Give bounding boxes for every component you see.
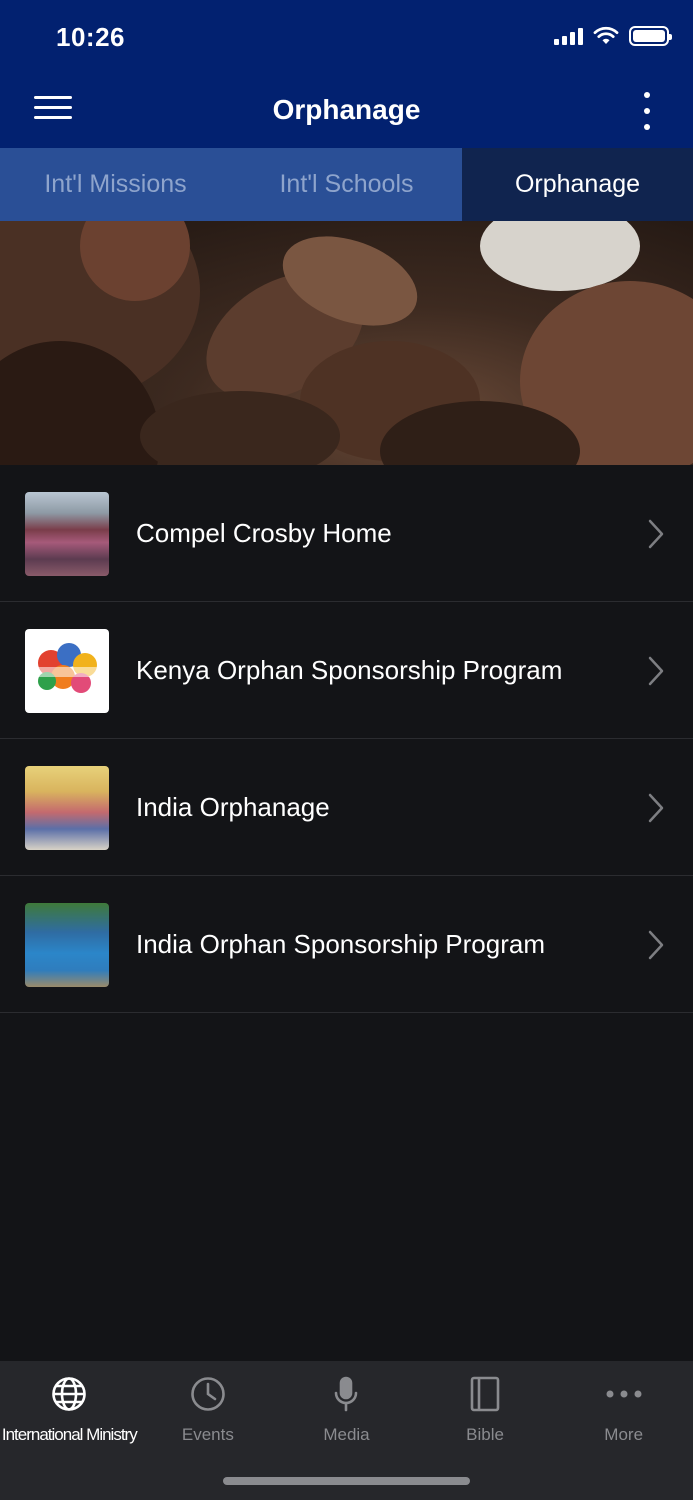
- status-time: 10:26: [56, 22, 125, 52]
- tab-orphanage[interactable]: Orphanage: [462, 148, 693, 221]
- tabbar-item-bible[interactable]: Bible: [416, 1361, 555, 1461]
- status-icons: [554, 26, 672, 46]
- list-item-label: India Orphan Sponsorship Program: [136, 928, 546, 959]
- kids4kids-logo: [31, 643, 103, 693]
- globe-icon: [52, 1377, 87, 1411]
- thumbnail-image: [25, 492, 109, 576]
- list-item[interactable]: India Orphan Sponsorship Program: [0, 876, 693, 1013]
- tabbar-label: More: [604, 1425, 644, 1444]
- tabbar-item-media[interactable]: Media: [277, 1361, 416, 1461]
- chevron-right-icon: [648, 930, 664, 960]
- microphone-icon: [335, 1376, 358, 1412]
- thumbnail-image: [25, 629, 109, 713]
- clock-icon: [191, 1377, 225, 1411]
- home-indicator[interactable]: [223, 1477, 470, 1485]
- list-item-label: Kenya Orphan Sponsorship Program: [136, 654, 563, 685]
- page-title: Orphanage: [272, 94, 421, 125]
- more-dots-icon: [606, 1390, 642, 1398]
- wifi-icon: [593, 26, 619, 44]
- tabbar-label: Bible: [466, 1425, 504, 1444]
- tabbar-label: Events: [181, 1425, 234, 1444]
- app-header: 10:26 Orphanage: [0, 0, 693, 148]
- cellular-signal-icon: [554, 27, 583, 45]
- battery-icon: [629, 26, 672, 46]
- chevron-right-icon: [648, 656, 664, 686]
- list-item-label: India Orphanage: [136, 791, 330, 822]
- chevron-right-icon: [648, 519, 664, 549]
- tabbar-item-events[interactable]: Events: [139, 1361, 278, 1461]
- tab-intl-missions[interactable]: Int'l Missions: [0, 148, 231, 221]
- thumbnail-image: [25, 903, 109, 987]
- tab-intl-schools[interactable]: Int'l Schools: [231, 148, 462, 221]
- book-icon: [470, 1376, 500, 1412]
- list-item[interactable]: Compel Crosby Home: [0, 465, 693, 602]
- list-item-label: Compel Crosby Home: [136, 517, 392, 548]
- more-options-icon[interactable]: [641, 92, 653, 130]
- tabbar-label: Media: [323, 1425, 370, 1444]
- orphanage-list: Compel Crosby Home Kenya Orphan Sponsors…: [0, 465, 693, 1013]
- thumbnail-image: [25, 766, 109, 850]
- app-screen: 10:26 Orphanage Int'l Missions Int'l Sch…: [0, 0, 693, 1500]
- list-item[interactable]: India Orphanage: [0, 739, 693, 876]
- tab-bar-top: Int'l Missions Int'l Schools Orphanage: [0, 148, 693, 221]
- tabbar-item-more[interactable]: More: [554, 1361, 693, 1461]
- chevron-right-icon: [648, 793, 664, 823]
- tabbar-label: International Ministry: [1, 1425, 138, 1444]
- list-item[interactable]: Kenya Orphan Sponsorship Program: [0, 602, 693, 739]
- hero-image: [0, 221, 693, 465]
- tabbar-item-international-ministry[interactable]: International Ministry: [0, 1361, 139, 1461]
